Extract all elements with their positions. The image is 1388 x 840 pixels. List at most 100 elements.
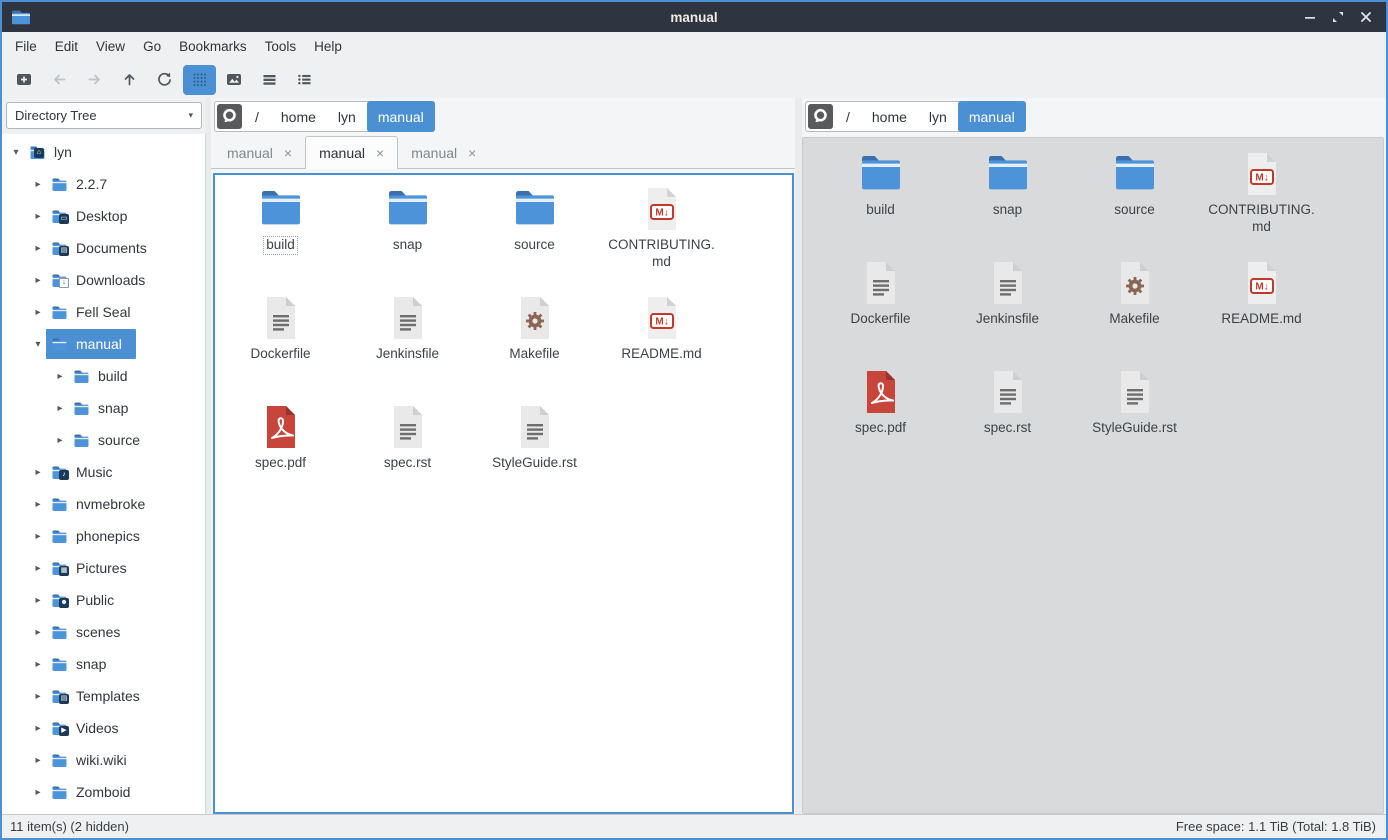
- tree-item-desktop[interactable]: ▸▭Desktop: [2, 200, 205, 232]
- tree-item-downloads[interactable]: ▸↓Downloads: [2, 264, 205, 296]
- expand-arrow-icon[interactable]: ▸: [30, 531, 46, 542]
- left-file-view[interactable]: buildsnapsourceM↓CONTRIBUTING.md Dockerfi…: [213, 173, 794, 814]
- directory-tree[interactable]: ▾⌂lyn▸2.2.7▸▭Desktop▸▤Documents▸↓Downloa…: [2, 134, 206, 814]
- menu-item-help[interactable]: Help: [305, 35, 351, 58]
- file-item-spec-pdf[interactable]: spec.pdf: [817, 366, 944, 475]
- file-item-makefile[interactable]: Makefile: [471, 292, 598, 401]
- menu-item-go[interactable]: Go: [134, 35, 170, 58]
- file-item-snap[interactable]: snap: [944, 148, 1071, 257]
- tree-item-build[interactable]: ▸build: [2, 360, 205, 392]
- file-item-readme-md[interactable]: M↓README.md: [1198, 257, 1325, 366]
- toolbar-compact-view-button[interactable]: [253, 65, 286, 95]
- expand-arrow-icon[interactable]: ▸: [30, 307, 46, 318]
- tree-item-nvmebroke[interactable]: ▸nvmebroke: [2, 488, 205, 520]
- tree-item-pictures[interactable]: ▸▦Pictures: [2, 552, 205, 584]
- menu-item-edit[interactable]: Edit: [46, 35, 87, 58]
- toolbar-up-button[interactable]: [113, 65, 146, 95]
- file-item-source[interactable]: source: [1071, 148, 1198, 257]
- close-button[interactable]: [1356, 7, 1376, 27]
- tree-item-public[interactable]: ▸☻Public: [2, 584, 205, 616]
- crumb-home[interactable]: home: [270, 102, 327, 131]
- file-item-jenkinsfile[interactable]: Jenkinsfile: [344, 292, 471, 401]
- tree-item-manual[interactable]: ▾manual: [2, 328, 205, 360]
- expand-arrow-icon[interactable]: ▸: [30, 243, 46, 254]
- toolbar-icon-view-button[interactable]: [183, 65, 216, 95]
- toolbar-forward-button[interactable]: [78, 65, 111, 95]
- file-item-source[interactable]: source: [471, 183, 598, 292]
- expand-arrow-icon[interactable]: ▸: [30, 499, 46, 510]
- expand-arrow-icon[interactable]: ▸: [30, 211, 46, 222]
- toolbar-reload-button[interactable]: [148, 65, 181, 95]
- toolbar-detailed-view-button[interactable]: [288, 65, 321, 95]
- tree-item-documents[interactable]: ▸▤Documents: [2, 232, 205, 264]
- toolbar-new-tab-button[interactable]: [8, 65, 41, 95]
- tree-item-snap[interactable]: ▸snap: [2, 392, 205, 424]
- file-item-dockerfile[interactable]: Dockerfile: [217, 292, 344, 401]
- tree-item-zomboid[interactable]: ▸Zomboid: [2, 776, 205, 808]
- expand-arrow-icon[interactable]: ▸: [52, 435, 68, 446]
- file-item-build[interactable]: build: [217, 183, 344, 292]
- expand-arrow-icon[interactable]: ▸: [30, 723, 46, 734]
- collapse-arrow-icon[interactable]: ▾: [30, 339, 46, 350]
- tree-item-lyn[interactable]: ▾⌂lyn: [2, 136, 205, 168]
- expand-arrow-icon[interactable]: ▸: [30, 659, 46, 670]
- crumb-[interactable]: /: [835, 102, 861, 131]
- file-item-jenkinsfile[interactable]: Jenkinsfile: [944, 257, 1071, 366]
- file-item-contributing-md[interactable]: M↓CONTRIBUTING.md: [1198, 148, 1325, 257]
- tree-item-fell-seal[interactable]: ▸Fell Seal: [2, 296, 205, 328]
- crumb-lyn[interactable]: lyn: [918, 102, 958, 131]
- titlebar[interactable]: manual: [2, 2, 1386, 32]
- file-item-snap[interactable]: snap: [344, 183, 471, 292]
- tree-item-templates[interactable]: ▸▤Templates: [2, 680, 205, 712]
- right-file-view[interactable]: buildsnapsourceM↓CONTRIBUTING.md Dockerfi…: [802, 137, 1384, 814]
- expand-arrow-icon[interactable]: ▸: [30, 787, 46, 798]
- menu-item-file[interactable]: File: [6, 35, 46, 58]
- menu-item-tools[interactable]: Tools: [256, 35, 306, 58]
- crumb-home[interactable]: home: [861, 102, 918, 131]
- expand-arrow-icon[interactable]: ▸: [30, 179, 46, 190]
- expand-arrow-icon[interactable]: ▸: [52, 371, 68, 382]
- file-item-build[interactable]: build: [817, 148, 944, 257]
- expand-arrow-icon[interactable]: ▸: [52, 403, 68, 414]
- file-item-contributing-md[interactable]: M↓CONTRIBUTING.md: [598, 183, 725, 292]
- expand-arrow-icon[interactable]: ▸: [30, 755, 46, 766]
- expand-arrow-icon[interactable]: ▸: [30, 275, 46, 286]
- tree-item-wiki-wiki[interactable]: ▸wiki.wiki: [2, 744, 205, 776]
- file-item-dockerfile[interactable]: Dockerfile: [817, 257, 944, 366]
- crumb-manual[interactable]: manual: [958, 101, 1026, 132]
- crumb-lyn[interactable]: lyn: [327, 102, 367, 131]
- tab-manual[interactable]: manual×: [305, 136, 398, 169]
- collapse-arrow-icon[interactable]: ▾: [8, 147, 24, 158]
- menu-item-view[interactable]: View: [87, 35, 134, 58]
- tab-close-icon[interactable]: ×: [284, 145, 292, 161]
- minimize-button[interactable]: [1300, 7, 1320, 27]
- file-item-makefile[interactable]: Makefile: [1071, 257, 1198, 366]
- tab-close-icon[interactable]: ×: [468, 145, 476, 161]
- maximize-button[interactable]: [1328, 7, 1348, 27]
- pane-splitter[interactable]: [795, 98, 802, 814]
- file-item-styleguide-rst[interactable]: StyleGuide.rst: [1071, 366, 1198, 475]
- tree-item-2-2-7[interactable]: ▸2.2.7: [2, 168, 205, 200]
- expand-arrow-icon[interactable]: ▸: [30, 691, 46, 702]
- tree-item-music[interactable]: ▸♪Music: [2, 456, 205, 488]
- expand-arrow-icon[interactable]: ▸: [30, 563, 46, 574]
- tree-item-source[interactable]: ▸source: [2, 424, 205, 456]
- expand-arrow-icon[interactable]: ▸: [30, 467, 46, 478]
- file-item-spec-rst[interactable]: spec.rst: [344, 401, 471, 510]
- tab-manual[interactable]: manual×: [398, 138, 489, 168]
- toolbar-thumbnail-view-button[interactable]: [218, 65, 251, 95]
- file-item-spec-pdf[interactable]: spec.pdf: [217, 401, 344, 510]
- tab-close-icon[interactable]: ×: [376, 145, 384, 161]
- expand-arrow-icon[interactable]: ▸: [30, 595, 46, 606]
- crumb-[interactable]: /: [244, 102, 270, 131]
- file-item-spec-rst[interactable]: spec.rst: [944, 366, 1071, 475]
- crumb-manual[interactable]: manual: [367, 101, 435, 132]
- file-item-styleguide-rst[interactable]: StyleGuide.rst: [471, 401, 598, 510]
- tree-item-phonepics[interactable]: ▸phonepics: [2, 520, 205, 552]
- sidebar-mode-select[interactable]: Directory Tree ▾: [6, 102, 202, 129]
- tab-manual[interactable]: manual×: [214, 138, 305, 168]
- tree-item-videos[interactable]: ▸▶Videos: [2, 712, 205, 744]
- toolbar-back-button[interactable]: [43, 65, 76, 95]
- tree-item-snap[interactable]: ▸snap: [2, 648, 205, 680]
- tree-item-scenes[interactable]: ▸scenes: [2, 616, 205, 648]
